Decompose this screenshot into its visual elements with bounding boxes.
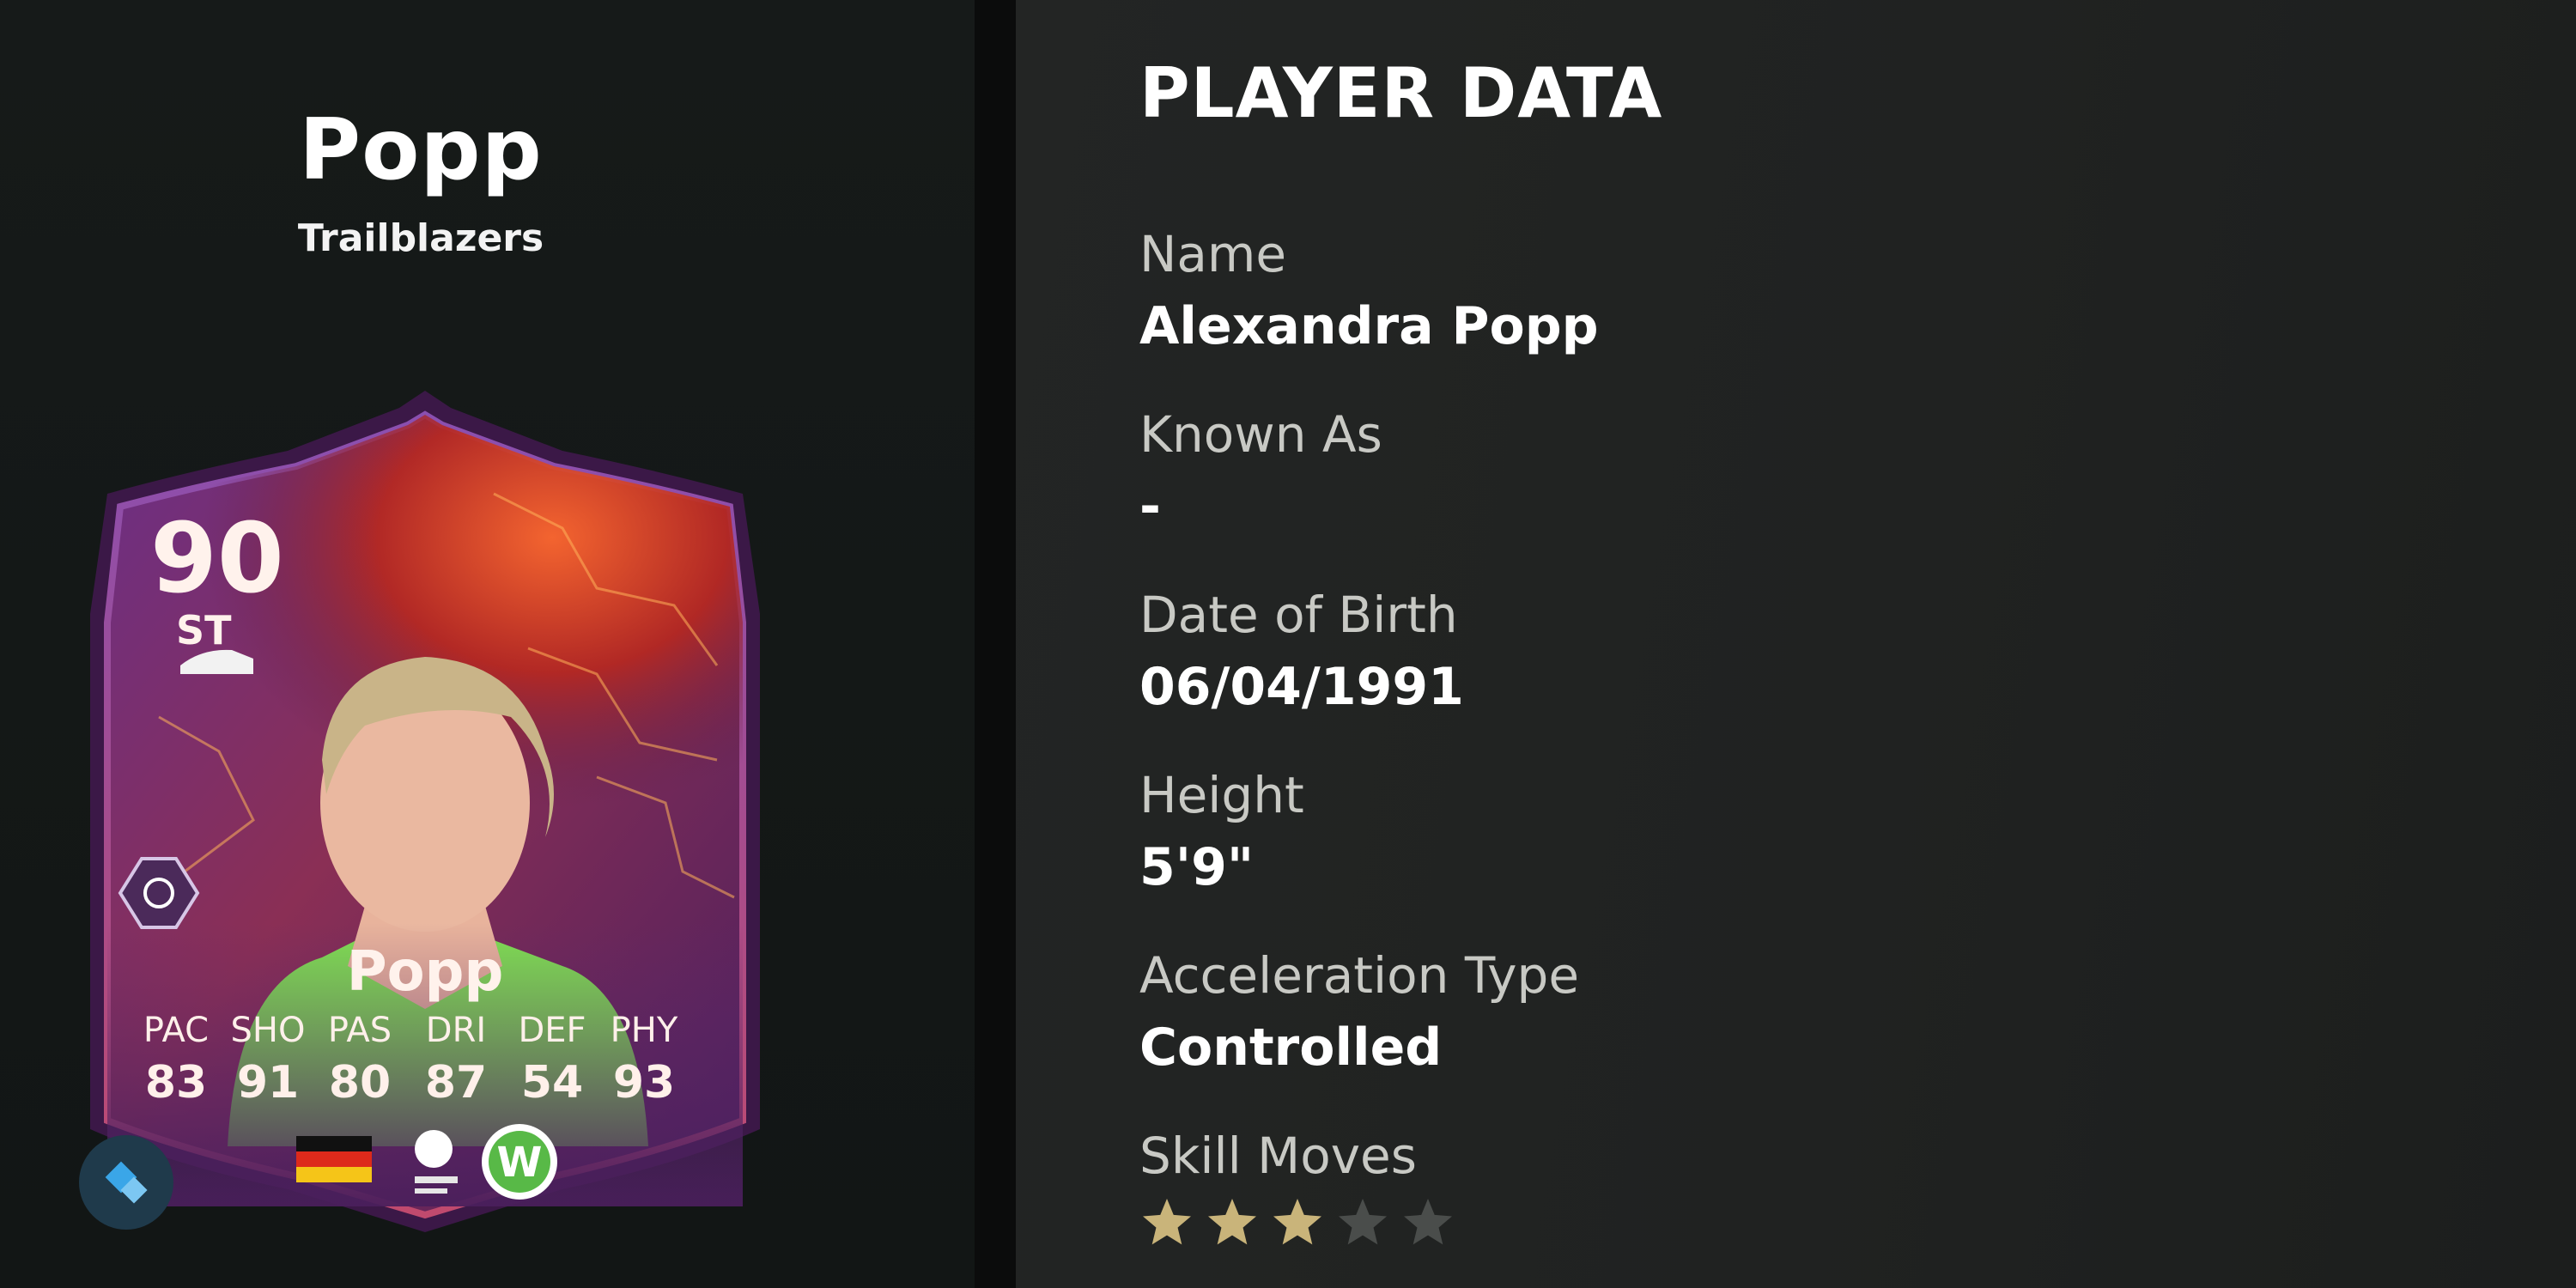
known-as-label: Known As	[1139, 405, 1382, 464]
panel-divider	[975, 0, 1016, 1288]
stat-value: 87	[424, 1057, 488, 1109]
stat-dri: DRI 87	[409, 1011, 503, 1109]
date-of-birth-value: 06/04/1991	[1139, 657, 1464, 717]
stat-label: DRI	[425, 1011, 487, 1050]
height-label: Height	[1139, 766, 1304, 824]
stat-phy: PHY 93	[597, 1011, 691, 1109]
stat-value: 93	[612, 1057, 676, 1109]
stat-value: 54	[520, 1057, 584, 1109]
player-data-title: PLAYER DATA	[1139, 53, 1663, 133]
club-badge-letter: W	[497, 1139, 543, 1187]
height-value: 5'9"	[1139, 837, 1255, 897]
skill-moves-rating	[1139, 1195, 1455, 1250]
germany-flag-icon	[296, 1136, 372, 1182]
card-program-subtitle: Trailblazers	[297, 216, 544, 260]
stat-label: DEF	[518, 1011, 586, 1050]
stat-pac: PAC 83	[129, 1011, 223, 1109]
skill-moves-label: Skill Moves	[1139, 1127, 1417, 1185]
stat-value: 83	[144, 1057, 208, 1109]
card-name: Popp	[346, 940, 504, 1004]
stat-value: 80	[328, 1057, 392, 1109]
stat-pas: PAS 80	[313, 1011, 407, 1109]
stat-def: DEF 54	[505, 1011, 599, 1109]
date-of-birth-label: Date of Birth	[1139, 586, 1458, 644]
stat-label: PAC	[143, 1011, 210, 1050]
star-empty-icon	[1339, 1199, 1387, 1245]
club-badge-icon: W	[482, 1124, 557, 1200]
star-filled-icon	[1208, 1199, 1256, 1245]
acceleration-type-label: Acceleration Type	[1139, 946, 1580, 1005]
star-filled-icon	[1143, 1199, 1191, 1245]
card-player-title: Popp	[299, 101, 543, 199]
card-position: ST	[176, 607, 232, 653]
player-card[interactable]: W 90 ST Popp PAC 83 SHO 91 PAS 80 DRI 87…	[82, 391, 769, 1249]
app-logo-icon[interactable]	[77, 1133, 176, 1232]
stat-sho: SHO 91	[221, 1011, 315, 1109]
acceleration-type-value: Controlled	[1139, 1018, 1443, 1078]
card-rating: 90	[150, 503, 284, 615]
stat-label: PHY	[610, 1011, 678, 1050]
star-filled-icon	[1273, 1199, 1321, 1245]
name-value: Alexandra Popp	[1139, 296, 1599, 356]
stat-label: PAS	[327, 1011, 392, 1050]
known-as-value: -	[1139, 477, 1161, 537]
stat-value: 91	[236, 1057, 300, 1109]
star-empty-icon	[1404, 1199, 1452, 1245]
player-data-panel	[1016, 0, 2576, 1288]
stat-label: SHO	[230, 1011, 306, 1050]
name-label: Name	[1139, 225, 1287, 283]
